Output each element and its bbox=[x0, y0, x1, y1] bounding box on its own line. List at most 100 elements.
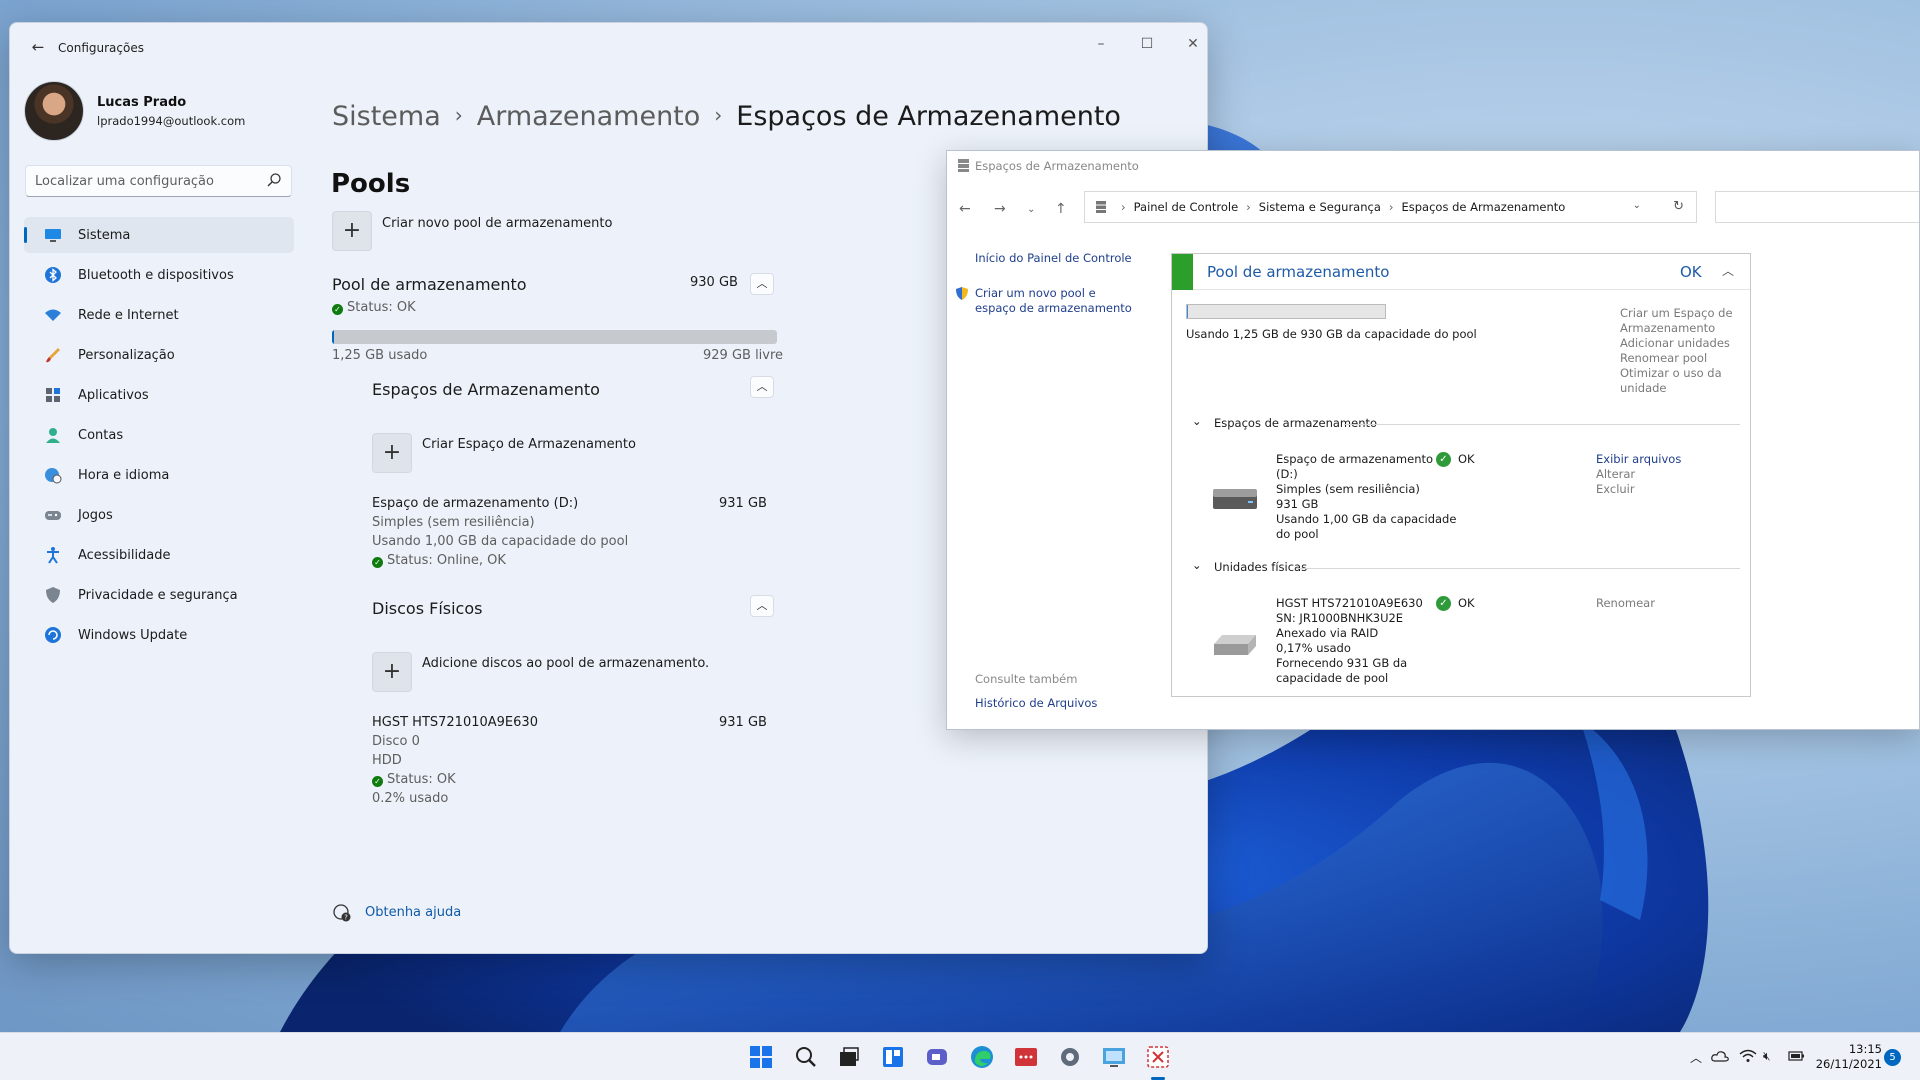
refresh-icon[interactable]: ↻ bbox=[1673, 199, 1684, 214]
forward-arrow-icon[interactable]: → bbox=[994, 201, 1006, 217]
create-space-button[interactable]: + bbox=[372, 433, 412, 473]
chevron-down-icon[interactable]: ⌄ bbox=[1027, 204, 1035, 215]
optimize-link[interactable]: Otimizar o uso da bbox=[1620, 366, 1722, 380]
space-line: 931 GB bbox=[1276, 497, 1319, 511]
add-drives-link[interactable]: Adicionar unidades bbox=[1620, 336, 1730, 350]
sidebar-item-aplicativos[interactable]: Aplicativos bbox=[24, 377, 294, 413]
app-icon[interactable] bbox=[1012, 1043, 1040, 1071]
sidebar-item-label: Contas bbox=[78, 427, 124, 443]
address-bar[interactable]: › Painel de Controle › Sistema e Seguran… bbox=[1084, 191, 1697, 223]
storage-space-icon bbox=[1213, 489, 1257, 509]
create-pool-button[interactable]: + bbox=[332, 211, 372, 251]
minimize-button[interactable]: – bbox=[1078, 29, 1124, 59]
gamepad-icon bbox=[45, 511, 61, 520]
back-arrow-icon[interactable]: ← bbox=[959, 201, 971, 217]
battery-icon[interactable] bbox=[1787, 1049, 1805, 1063]
chevron-up-icon[interactable]: ︿ bbox=[750, 376, 774, 398]
notification-badge[interactable]: 5 bbox=[1884, 1049, 1901, 1066]
sidebar-item-acessibilidade[interactable]: Acessibilidade bbox=[24, 537, 294, 573]
cpanel-search-input[interactable] bbox=[1715, 191, 1919, 223]
sidebar-item-contas[interactable]: Contas bbox=[24, 417, 294, 453]
divider bbox=[1296, 568, 1740, 569]
storage-icon bbox=[958, 159, 969, 172]
rename-drive-link[interactable]: Renomear bbox=[1596, 596, 1655, 610]
clock-date: 26/11/2021 bbox=[1815, 1057, 1882, 1071]
address-crumb[interactable]: Sistema e Segurança bbox=[1259, 200, 1381, 214]
sidebar-item-sistema[interactable]: Sistema bbox=[24, 217, 294, 253]
sidebar-nav: Sistema Bluetooth e dispositivos Rede e … bbox=[24, 217, 294, 657]
sidebar-item-rede[interactable]: Rede e Internet bbox=[24, 297, 294, 333]
hard-drive-icon bbox=[1214, 635, 1256, 655]
pool-status: ✓ Status: OK bbox=[332, 300, 416, 315]
chevron-down-icon[interactable]: ⌄ bbox=[1633, 200, 1641, 211]
cp-usage-bar bbox=[1186, 304, 1386, 319]
sidebar-item-windows-update[interactable]: Windows Update bbox=[24, 617, 294, 653]
rename-pool-link[interactable]: Renomear pool bbox=[1620, 351, 1707, 365]
optimize-link-cont[interactable]: unidade bbox=[1620, 381, 1667, 395]
cpanel-home-link[interactable]: Início do Painel de Controle bbox=[975, 251, 1132, 265]
search-icon[interactable] bbox=[792, 1043, 820, 1071]
create-pool-link[interactable]: Criar um novo pool e espaço de armazenam… bbox=[975, 286, 1135, 316]
sidebar-item-label: Acessibilidade bbox=[78, 547, 171, 563]
address-crumb[interactable]: Espaços de Armazenamento bbox=[1402, 200, 1566, 214]
close-button[interactable]: ✕ bbox=[1170, 29, 1207, 59]
widgets-icon[interactable] bbox=[879, 1043, 907, 1071]
snipping-tool-icon[interactable] bbox=[1144, 1043, 1172, 1071]
pool-usage-text: Usando 1,25 GB de 930 GB da capacidade d… bbox=[1186, 327, 1477, 341]
sidebar-item-privacidade[interactable]: Privacidade e segurança bbox=[24, 577, 294, 613]
sidebar-item-label: Jogos bbox=[78, 507, 113, 523]
space-line: (D:) bbox=[1276, 467, 1298, 481]
breadcrumb-armazenamento[interactable]: Armazenamento bbox=[477, 101, 701, 132]
volume-muted-icon[interactable]: 🔇︎ bbox=[1763, 1049, 1771, 1064]
back-arrow-icon[interactable]: ← bbox=[26, 35, 50, 59]
drive-line: Fornecendo 931 GB da bbox=[1276, 656, 1408, 670]
settings-gear-icon[interactable] bbox=[1056, 1043, 1084, 1071]
chevron-up-icon[interactable]: ︿ bbox=[1722, 262, 1734, 279]
sidebar-item-label: Bluetooth e dispositivos bbox=[78, 267, 234, 283]
sidebar-item-hora[interactable]: Hora e idioma bbox=[24, 457, 294, 493]
chat-icon[interactable] bbox=[923, 1043, 951, 1071]
globe-clock-icon bbox=[45, 468, 62, 484]
control-panel-icon[interactable] bbox=[1100, 1043, 1128, 1071]
start-icon[interactable] bbox=[747, 1043, 775, 1071]
see-also-label: Consulte também bbox=[975, 672, 1078, 686]
delete-link[interactable]: Excluir bbox=[1596, 482, 1635, 496]
up-arrow-icon[interactable]: ↑ bbox=[1055, 201, 1067, 217]
sidebar-item-bluetooth[interactable]: Bluetooth e dispositivos bbox=[24, 257, 294, 293]
view-files-link[interactable]: Exibir arquivos bbox=[1596, 452, 1681, 466]
check-icon: ✓ bbox=[1436, 596, 1451, 611]
task-view-icon[interactable] bbox=[835, 1043, 863, 1071]
add-disks-button[interactable]: + bbox=[372, 652, 412, 692]
sidebar-item-jogos[interactable]: Jogos bbox=[24, 497, 294, 533]
chevron-down-icon[interactable]: ⌄ bbox=[1192, 414, 1202, 428]
update-icon bbox=[45, 627, 61, 643]
profile-name: Lucas Prado bbox=[97, 95, 187, 110]
check-icon: ✓ bbox=[372, 557, 383, 568]
wifi-icon[interactable] bbox=[1739, 1049, 1757, 1063]
change-link[interactable]: Alterar bbox=[1596, 467, 1635, 481]
search-input[interactable] bbox=[26, 166, 251, 196]
avatar[interactable] bbox=[24, 81, 84, 141]
chevron-up-icon[interactable]: ︿ bbox=[750, 273, 774, 295]
maximize-button[interactable]: ☐ bbox=[1124, 29, 1170, 59]
chevron-up-icon[interactable]: ︿ bbox=[1690, 1049, 1702, 1066]
drives-header: Unidades físicas bbox=[1214, 560, 1308, 574]
get-help-link[interactable]: Obtenha ajuda bbox=[365, 905, 461, 920]
spaces-header: Espaços de armazenamento bbox=[1214, 416, 1378, 430]
onedrive-icon[interactable] bbox=[1711, 1049, 1729, 1063]
clock[interactable]: 13:15 26/11/2021 bbox=[1812, 1042, 1882, 1072]
chevron-right-icon: › bbox=[714, 103, 723, 127]
sidebar-item-personalizacao[interactable]: Personalização bbox=[24, 337, 294, 373]
create-pool-label: Criar novo pool de armazenamento bbox=[382, 216, 613, 231]
chevron-down-icon[interactable]: ⌄ bbox=[1192, 558, 1202, 572]
pool-header[interactable]: Pool de armazenamento OK ︿ bbox=[1172, 254, 1750, 290]
create-space-link-cont[interactable]: Armazenamento bbox=[1620, 321, 1715, 335]
breadcrumb-sistema[interactable]: Sistema bbox=[332, 101, 441, 132]
create-space-link[interactable]: Criar um Espaço de bbox=[1620, 306, 1733, 320]
file-history-link[interactable]: Histórico de Arquivos bbox=[975, 696, 1097, 710]
edge-icon[interactable] bbox=[968, 1043, 996, 1071]
uac-shield-icon bbox=[956, 287, 968, 300]
chevron-up-icon[interactable]: ︿ bbox=[750, 595, 774, 617]
address-crumb[interactable]: Painel de Controle bbox=[1134, 200, 1239, 214]
search-icon[interactable] bbox=[266, 172, 282, 188]
